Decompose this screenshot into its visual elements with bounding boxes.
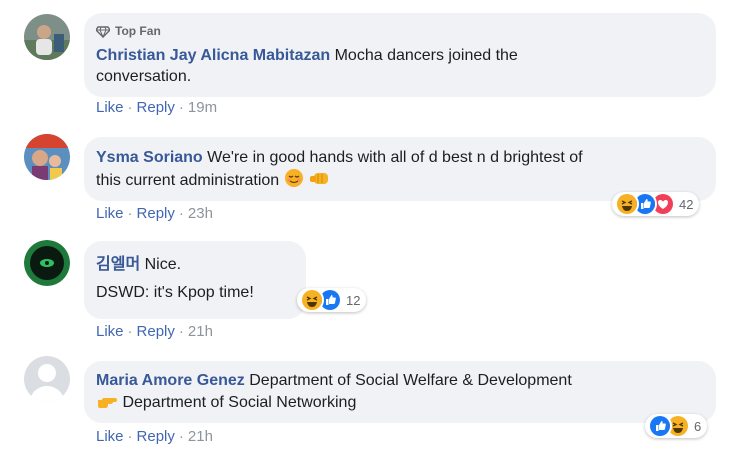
reaction-count: 6 bbox=[694, 418, 702, 434]
avatar[interactable] bbox=[24, 356, 70, 402]
diamond-icon bbox=[96, 25, 110, 38]
like-link[interactable]: Like bbox=[96, 323, 124, 340]
comment-body-line1: Nice. bbox=[144, 256, 182, 273]
avatar[interactable] bbox=[24, 240, 70, 286]
comment-actions: Like · Reply · 23h bbox=[96, 205, 213, 222]
reply-link[interactable]: Reply bbox=[137, 428, 175, 445]
like-link[interactable]: Like bbox=[96, 99, 124, 116]
comment-bubble: 김엘머 Nice. DSWD: it's Kpop time! bbox=[84, 241, 306, 319]
top-fan-badge: Top Fan bbox=[96, 21, 704, 42]
comment-bubble: Maria Amore Genez Department of Social W… bbox=[84, 361, 716, 423]
reply-link[interactable]: Reply bbox=[137, 323, 175, 340]
comment-body-line2: Department of Social Networking bbox=[122, 394, 357, 411]
comment-body-line1: Department of Social Welfare & Developme… bbox=[249, 372, 572, 389]
comment-text: Maria Amore Genez Department of Social W… bbox=[96, 370, 704, 414]
reaction-summary[interactable]: 12 bbox=[297, 288, 367, 312]
comment-body-line2: DSWD: it's Kpop time! bbox=[96, 284, 254, 301]
comment-time[interactable]: 19m bbox=[188, 99, 217, 116]
comment-actions: Like · Reply · 21h bbox=[96, 428, 213, 445]
reaction-count: 42 bbox=[679, 196, 694, 212]
comment-time[interactable]: 21h bbox=[188, 428, 213, 445]
comment-body-line1: Mocha dancers joined the bbox=[334, 47, 518, 64]
comment-text: 김엘머 Nice. DSWD: it's Kpop time! bbox=[96, 251, 294, 307]
comment-author[interactable]: Ysma Soriano bbox=[96, 149, 203, 166]
haha-reaction-icon bbox=[300, 288, 324, 312]
reaction-count: 12 bbox=[346, 292, 361, 308]
reaction-summary[interactable]: 42 bbox=[612, 192, 700, 216]
comment-body-line2: this current administration bbox=[96, 172, 280, 189]
like-link[interactable]: Like bbox=[96, 428, 124, 445]
comment-time[interactable]: 23h bbox=[188, 205, 213, 222]
haha-reaction-icon bbox=[615, 192, 639, 216]
reply-link[interactable]: Reply bbox=[137, 99, 175, 116]
fist-bump-emoji bbox=[310, 173, 329, 184]
comment-time[interactable]: 21h bbox=[188, 323, 213, 340]
comment-actions: Like · Reply · 21h bbox=[96, 323, 213, 340]
avatar[interactable] bbox=[24, 14, 70, 60]
comment-body-line2: conversation. bbox=[96, 68, 192, 85]
like-reaction-icon bbox=[648, 414, 672, 438]
badge-label: Top Fan bbox=[115, 24, 161, 38]
avatar[interactable] bbox=[24, 134, 70, 180]
like-link[interactable]: Like bbox=[96, 205, 124, 222]
reply-link[interactable]: Reply bbox=[137, 205, 175, 222]
comment-text: Christian Jay Alicna Mabitazan Mocha dan… bbox=[96, 45, 704, 87]
comment-author[interactable]: Maria Amore Genez bbox=[96, 372, 245, 389]
comment-text: Ysma Soriano We're in good hands with al… bbox=[96, 147, 704, 191]
comment-body-line1: We're in good hands with all of d best n… bbox=[207, 149, 583, 166]
relieved-face-emoji bbox=[284, 169, 303, 187]
pointing-hand-emoji bbox=[98, 398, 117, 408]
comment-author[interactable]: Christian Jay Alicna Mabitazan bbox=[96, 47, 330, 64]
comment-bubble: Top Fan Christian Jay Alicna Mabitazan M… bbox=[84, 13, 716, 97]
comment-author[interactable]: 김엘머 bbox=[96, 256, 140, 273]
reaction-summary[interactable]: 6 bbox=[645, 414, 708, 438]
comment-actions: Like · Reply · 19m bbox=[96, 99, 218, 116]
